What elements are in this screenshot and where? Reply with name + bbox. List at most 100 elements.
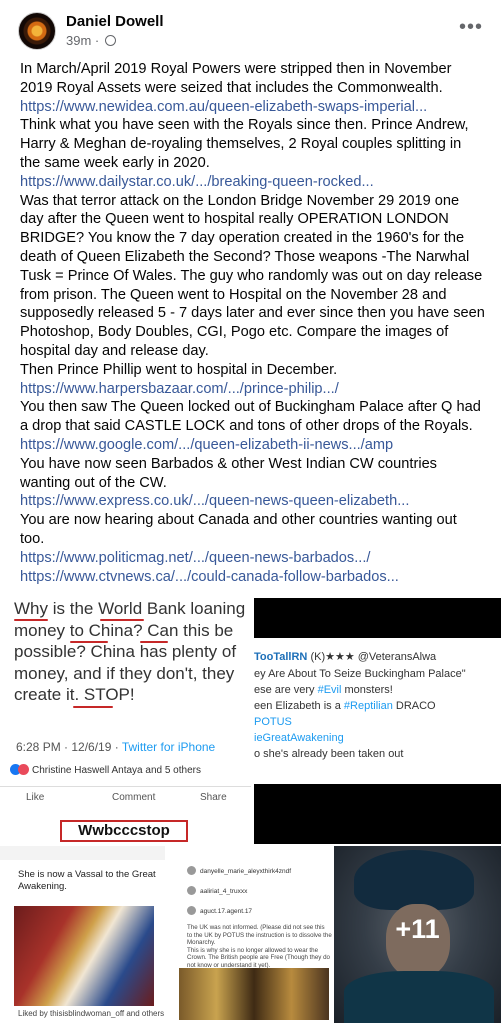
photo-tweet-world-bank[interactable]: Why is the World Bank loaning money to C… xyxy=(0,598,251,844)
tweet-line: possible? China has plenty of xyxy=(14,642,237,661)
post-text-line: You are now hearing about Canada and oth… xyxy=(20,512,457,529)
more-options-icon[interactable]: ••• xyxy=(459,16,483,39)
photo-instagram-vassal[interactable]: She is now a Vassal to the Great Awakeni… xyxy=(0,846,165,1023)
red-underline xyxy=(70,641,108,643)
caption-line: She is now a Vassal to the Great xyxy=(18,869,156,880)
comment-user: danyelle_marie_aleyxthirk4zndf xyxy=(187,866,291,875)
tweet-time: 6:28 PM · 12/6/19 · xyxy=(16,740,122,754)
avatar[interactable] xyxy=(18,12,56,50)
tweet-line: o she's already been taken out xyxy=(254,748,404,760)
post-text: In March/April 2019 Royal Powers were st… xyxy=(20,60,488,586)
globe-icon xyxy=(104,35,116,46)
comment-line: This is why she is no longer allowed to … xyxy=(187,946,319,954)
post-text-line: 2019 Royal Assets were seized that inclu… xyxy=(20,79,443,96)
post-link[interactable]: https://www.harpersbazaar.com/.../prince… xyxy=(20,380,488,399)
comment-user: aaliriat_4_truxxx xyxy=(187,886,247,895)
tweet-line: Why is the World Bank loaning xyxy=(14,599,246,618)
post-text-line: supposedly released 5 - 7 days later and… xyxy=(20,305,485,322)
comment-line: The UK was not informed. (Please did not… xyxy=(187,924,325,931)
post-text-line: death of Queen Elizabeth the Second? Tho… xyxy=(20,248,470,265)
photo-tweet-buckingham[interactable]: TooTallRN (K)★★★ @VeteransAlwa ey Are Ab… xyxy=(254,598,501,844)
comment-user: aguct.17.agent.17 xyxy=(187,906,252,915)
like-button: Like xyxy=(26,792,45,803)
tweet-text: Why is the World Bank loaning money to C… xyxy=(14,598,246,706)
post-link[interactable]: https://www.google.com/.../queen-elizabe… xyxy=(20,436,488,455)
hashtag: #Reptilian xyxy=(343,700,393,712)
post-time[interactable]: 39m xyxy=(66,33,91,48)
photo-instagram-comments[interactable]: danyelle_marie_aleyxthirk4zndf aaliriat_… xyxy=(167,846,332,1023)
comment-line: Crown. The British people are Free (Thou… xyxy=(187,954,330,962)
more-photos-count[interactable]: +11 xyxy=(334,914,501,945)
tweet-text: ese are very xyxy=(254,684,318,696)
post-header-bar xyxy=(0,846,165,860)
post-text-line: In March/April 2019 Royal Powers were st… xyxy=(20,61,452,77)
share-button: Share xyxy=(200,792,227,803)
tweet-line: ese are very #Evil monsters! xyxy=(254,684,393,696)
tweet-timestamp: 6:28 PM · 12/6/19 · Twitter for iPhone xyxy=(16,740,215,754)
stop-label: Wwbcccstop xyxy=(60,820,188,842)
red-underline xyxy=(140,641,168,643)
post-text-line: BRIDGE? You know the 7 day operation cre… xyxy=(20,230,465,247)
post-text-line: Was that terror attack on the London Bri… xyxy=(20,192,460,209)
action-bar: Like Comment Share xyxy=(0,786,251,806)
tweet-source: Twitter for iPhone xyxy=(121,740,216,754)
hashtag: POTUS xyxy=(254,716,292,728)
post-text-line: Then Prince Phillip went to hospital in … xyxy=(20,361,338,378)
liked-by-text: Liked by thisisblindwoman_off and others xyxy=(18,1009,165,1018)
tweet-text: DRACO xyxy=(392,700,436,712)
tweet-handle: TooTallRN xyxy=(254,651,308,663)
tweet-line: create it. STOP! xyxy=(14,685,135,704)
tweet-text: een Elizabeth is a xyxy=(254,700,344,712)
post-caption: She is now a Vassal to the Great Awakeni… xyxy=(18,869,156,892)
post-link[interactable]: https://www.express.co.uk/.../queen-news… xyxy=(20,492,488,511)
red-underline xyxy=(100,619,144,621)
post-text-line: the same week early in 2020. xyxy=(20,154,210,171)
post-link[interactable]: https://www.dailystar.co.uk/.../breaking… xyxy=(20,173,488,192)
post-meta: 39m · xyxy=(66,33,116,48)
post-text-line: You then saw The Queen locked out of Buc… xyxy=(20,399,481,416)
love-reaction-icon xyxy=(18,764,29,775)
comment-button: Comment xyxy=(112,792,156,803)
reactions-text: Christine Haswell Antaya and 5 others xyxy=(32,765,201,776)
photo-more[interactable]: +11 xyxy=(334,846,501,1023)
username: aaliriat_4_truxxx xyxy=(200,888,248,895)
user-avatar-icon xyxy=(187,906,196,915)
comment-line: Monarchy. xyxy=(187,939,216,947)
tweet-line: money, and if they don't, they xyxy=(14,663,235,683)
post-text-line: Harry & Meghan de-royaling themselves, 2… xyxy=(20,136,462,153)
hashtag: ieGreatAwakening xyxy=(254,732,344,744)
post-text-line: from prison. The Queen went to Hospital … xyxy=(20,286,447,303)
username: danyelle_marie_aleyxthirk4zndf xyxy=(200,868,292,875)
post-link[interactable]: https://www.newidea.com.au/queen-elizabe… xyxy=(20,98,488,117)
post-text-line: a drop that said CASTLE LOCK and tons of… xyxy=(20,418,473,435)
post-link[interactable]: https://www.politicmag.net/.../queen-new… xyxy=(20,549,488,568)
post-text-line: Tusk = Prince Of Wales. The guy who rand… xyxy=(20,267,483,284)
post-text-line: You have now seen Barbados & other West … xyxy=(20,455,437,472)
tweet-line: een Elizabeth is a #Reptilian DRACO xyxy=(254,700,436,712)
post-text-line: Think what you have seen with the Royals… xyxy=(20,117,469,134)
post-text-line: wanting out of the CW. xyxy=(20,474,167,491)
reactions-summary: Christine Haswell Antaya and 5 others xyxy=(10,764,201,776)
meta-separator: · xyxy=(94,33,100,48)
user-avatar-icon xyxy=(187,866,196,875)
user-avatar-icon xyxy=(187,886,196,895)
tweet-line: ey Are About To Seize Buckingham Palace" xyxy=(254,668,466,680)
post-link[interactable]: https://www.ctvnews.ca/.../could-canada-… xyxy=(20,568,488,587)
tweet-handle-suffix: (K)★★★ @VeteransAlwa xyxy=(310,651,437,663)
royal-ceremony-photo xyxy=(179,968,329,1020)
tweet-handle-row: TooTallRN (K)★★★ @VeteransAlwa xyxy=(254,650,436,663)
tweet-strip: TooTallRN (K)★★★ @VeteransAlwa ey Are Ab… xyxy=(254,638,501,784)
hashtag: #Evil xyxy=(317,684,342,696)
photo-collage: Why is the World Bank loaning money to C… xyxy=(0,598,501,1023)
red-underline xyxy=(14,619,48,621)
post-text-line: hospital day and release day. xyxy=(20,342,209,359)
username: aguct.17.agent.17 xyxy=(200,908,253,915)
post-header: Daniel Dowell 39m · ••• xyxy=(0,0,501,56)
tweet-text: monsters! xyxy=(341,684,393,696)
post-text-line: Photoshop, Body Doubles, CGI, Pogo etc. … xyxy=(20,324,449,341)
comment-line: to the UK by POTUS the instruction is to… xyxy=(187,931,332,939)
caption-line: Awakening. xyxy=(18,880,67,892)
tweet-line: money to China? Can this be xyxy=(14,620,234,640)
author-name[interactable]: Daniel Dowell xyxy=(66,13,164,30)
post-text-line: day after the Queen went to hospital rea… xyxy=(20,211,449,228)
